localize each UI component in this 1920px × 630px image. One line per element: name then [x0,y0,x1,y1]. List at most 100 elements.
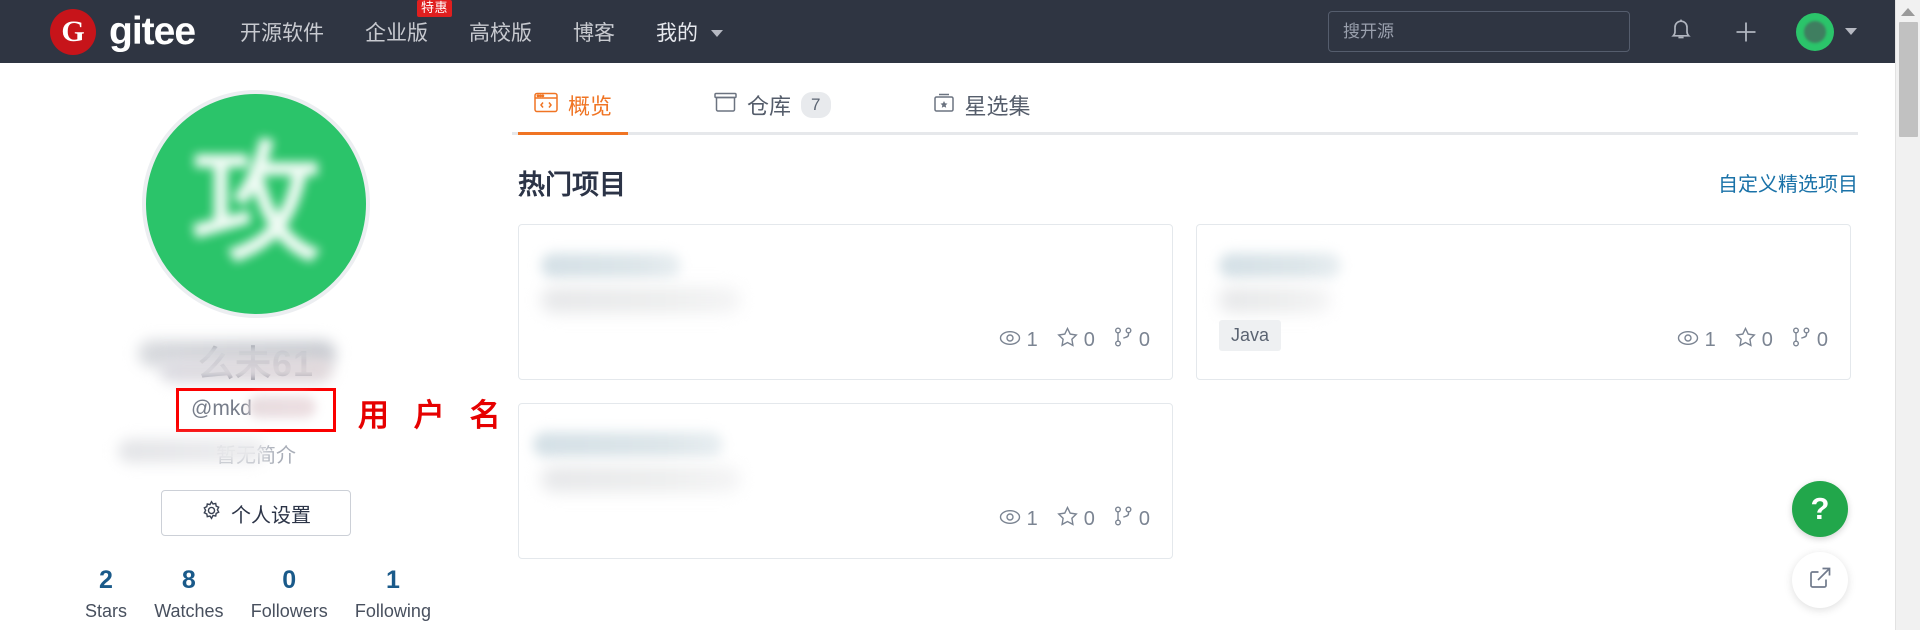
nav-label: 博客 [573,21,616,45]
project-stats: 1 0 0 [1677,326,1828,353]
promo-badge: 特惠 [417,0,453,18]
main-content: 概览 仓库 7 星选集 热门项目 自定义精选项目 1 0 0 Java 1 0 … [512,63,1895,630]
gitee-wordmark: gitee [109,10,196,53]
tab-count-badge: 7 [801,91,831,119]
star-value: 0 [1083,507,1095,530]
profile-bio-row: 暂无简介 [96,438,416,468]
stat-label: Watches [154,601,224,621]
user-avatar-menu[interactable] [1796,12,1857,51]
stat-value: 2 [99,566,113,594]
top-navigation-bar: G gitee 开源软件 企业版 特惠 高校版 博客 我的 [0,0,1895,63]
profile-name-row: 么未61 [0,338,512,384]
project-title-redaction [541,253,681,278]
profile-sidebar: 攻 么未61 @mkd 用 户 名 暂无简介 个人设置 2 Stars 8 W [0,63,512,630]
scrollbar-thumb[interactable] [1899,22,1918,137]
project-card-grid: 1 0 0 Java 1 0 0 1 0 0 [512,202,1895,559]
fork-count: 0 [1114,506,1150,532]
nav-item-mine[interactable]: 我的 [656,17,723,47]
star-value: 0 [1761,328,1773,351]
customize-featured-projects-link[interactable]: 自定义精选项目 [1718,168,1858,197]
nav-item-enterprise[interactable]: 企业版 特惠 [365,0,453,47]
popular-projects-header: 热门项目 自定义精选项目 [512,135,1895,202]
nav-item-open-source[interactable]: 开源软件 [240,17,324,47]
project-title-redaction [1219,253,1341,278]
stat-stars[interactable]: 2 Stars [85,565,127,622]
project-description-redaction [1219,287,1331,313]
scroll-up-arrow-icon[interactable] [1901,8,1915,16]
fork-icon [1792,327,1811,353]
watch-value: 1 [1026,328,1038,351]
project-description-redaction [541,287,741,313]
project-description-redaction [541,466,741,492]
nav-label: 我的 [656,21,699,45]
fork-count: 0 [1114,327,1150,353]
gear-icon [201,499,222,527]
watch-value: 1 [1026,507,1038,530]
star-box-icon [933,92,955,119]
share-float-button[interactable] [1792,552,1848,608]
notifications-bell-icon[interactable] [1668,18,1694,45]
personal-settings-button[interactable]: 个人设置 [161,490,351,536]
tab-label: 星选集 [964,94,1031,119]
repository-icon [714,92,737,119]
fork-icon [1114,327,1133,353]
watch-count: 1 [999,329,1038,352]
eye-icon [999,329,1021,352]
tab-label: 概览 [568,94,613,119]
nav-item-campus[interactable]: 高校版 [469,17,532,47]
page-scrollbar[interactable] [1895,0,1920,630]
annotation-label: 用 户 名 [358,398,508,434]
project-stats: 1 0 0 [999,505,1150,532]
help-float-button[interactable]: ? [1792,481,1848,537]
stat-value: 1 [385,566,400,594]
section-title: 热门项目 [518,170,626,200]
search-input[interactable] [1328,11,1630,52]
project-language-tag: Java [1219,320,1282,351]
tab-label: 仓库 [747,94,792,119]
stat-value: 8 [181,566,196,594]
profile-tabs: 概览 仓库 7 星选集 [512,63,1895,135]
tab-overview[interactable]: 概览 [518,89,629,135]
stat-followers[interactable]: 0 Followers [251,565,328,622]
watch-value: 1 [1704,328,1716,351]
stat-following[interactable]: 1 Following [355,565,431,622]
profile-avatar[interactable]: 攻 [142,90,370,318]
username-redaction-overlay [248,396,316,418]
stat-watches[interactable]: 8 Watches [154,565,223,622]
star-count: 0 [1734,326,1773,353]
fork-value: 0 [1138,328,1150,351]
stat-value: 0 [282,566,297,594]
star-icon [1734,326,1756,353]
profile-stats: 2 Stars 8 Watches 0 Followers 1 Followin… [41,565,471,622]
project-title-redaction [533,432,723,457]
tab-repositories[interactable]: 仓库 7 [698,89,846,135]
avatar-glyph: 攻 [190,128,321,280]
eye-icon [1677,329,1699,352]
avatar-image [1804,20,1826,43]
project-card[interactable]: Java 1 0 0 [1196,224,1851,380]
chevron-down-icon [1845,28,1857,35]
watch-count: 1 [1677,329,1716,352]
nav-label: 企业版 [365,21,429,45]
chevron-down-icon [710,30,723,38]
eye-icon [999,508,1021,531]
nav-item-blog[interactable]: 博客 [573,17,615,47]
gitee-logo[interactable]: G gitee [50,8,196,55]
name-redaction-overlay-2 [160,358,332,383]
username-highlight-group: @mkd 用 户 名 [176,388,501,434]
stat-label: Stars [85,601,128,621]
tab-star-collection[interactable]: 星选集 [917,89,1047,135]
personal-settings-label: 个人设置 [231,504,311,527]
star-count: 0 [1056,505,1095,532]
project-card[interactable]: 1 0 0 [518,403,1173,559]
nav-label: 开源软件 [240,21,325,45]
star-icon [1056,505,1078,532]
fork-count: 0 [1792,327,1828,353]
nav-right-cluster [1328,11,1857,52]
stat-label: Followers [250,601,328,621]
watch-count: 1 [999,508,1038,531]
project-stats: 1 0 0 [999,326,1150,353]
star-icon [1056,326,1078,353]
add-new-plus-icon[interactable] [1732,18,1760,46]
project-card[interactable]: 1 0 0 [518,224,1173,380]
